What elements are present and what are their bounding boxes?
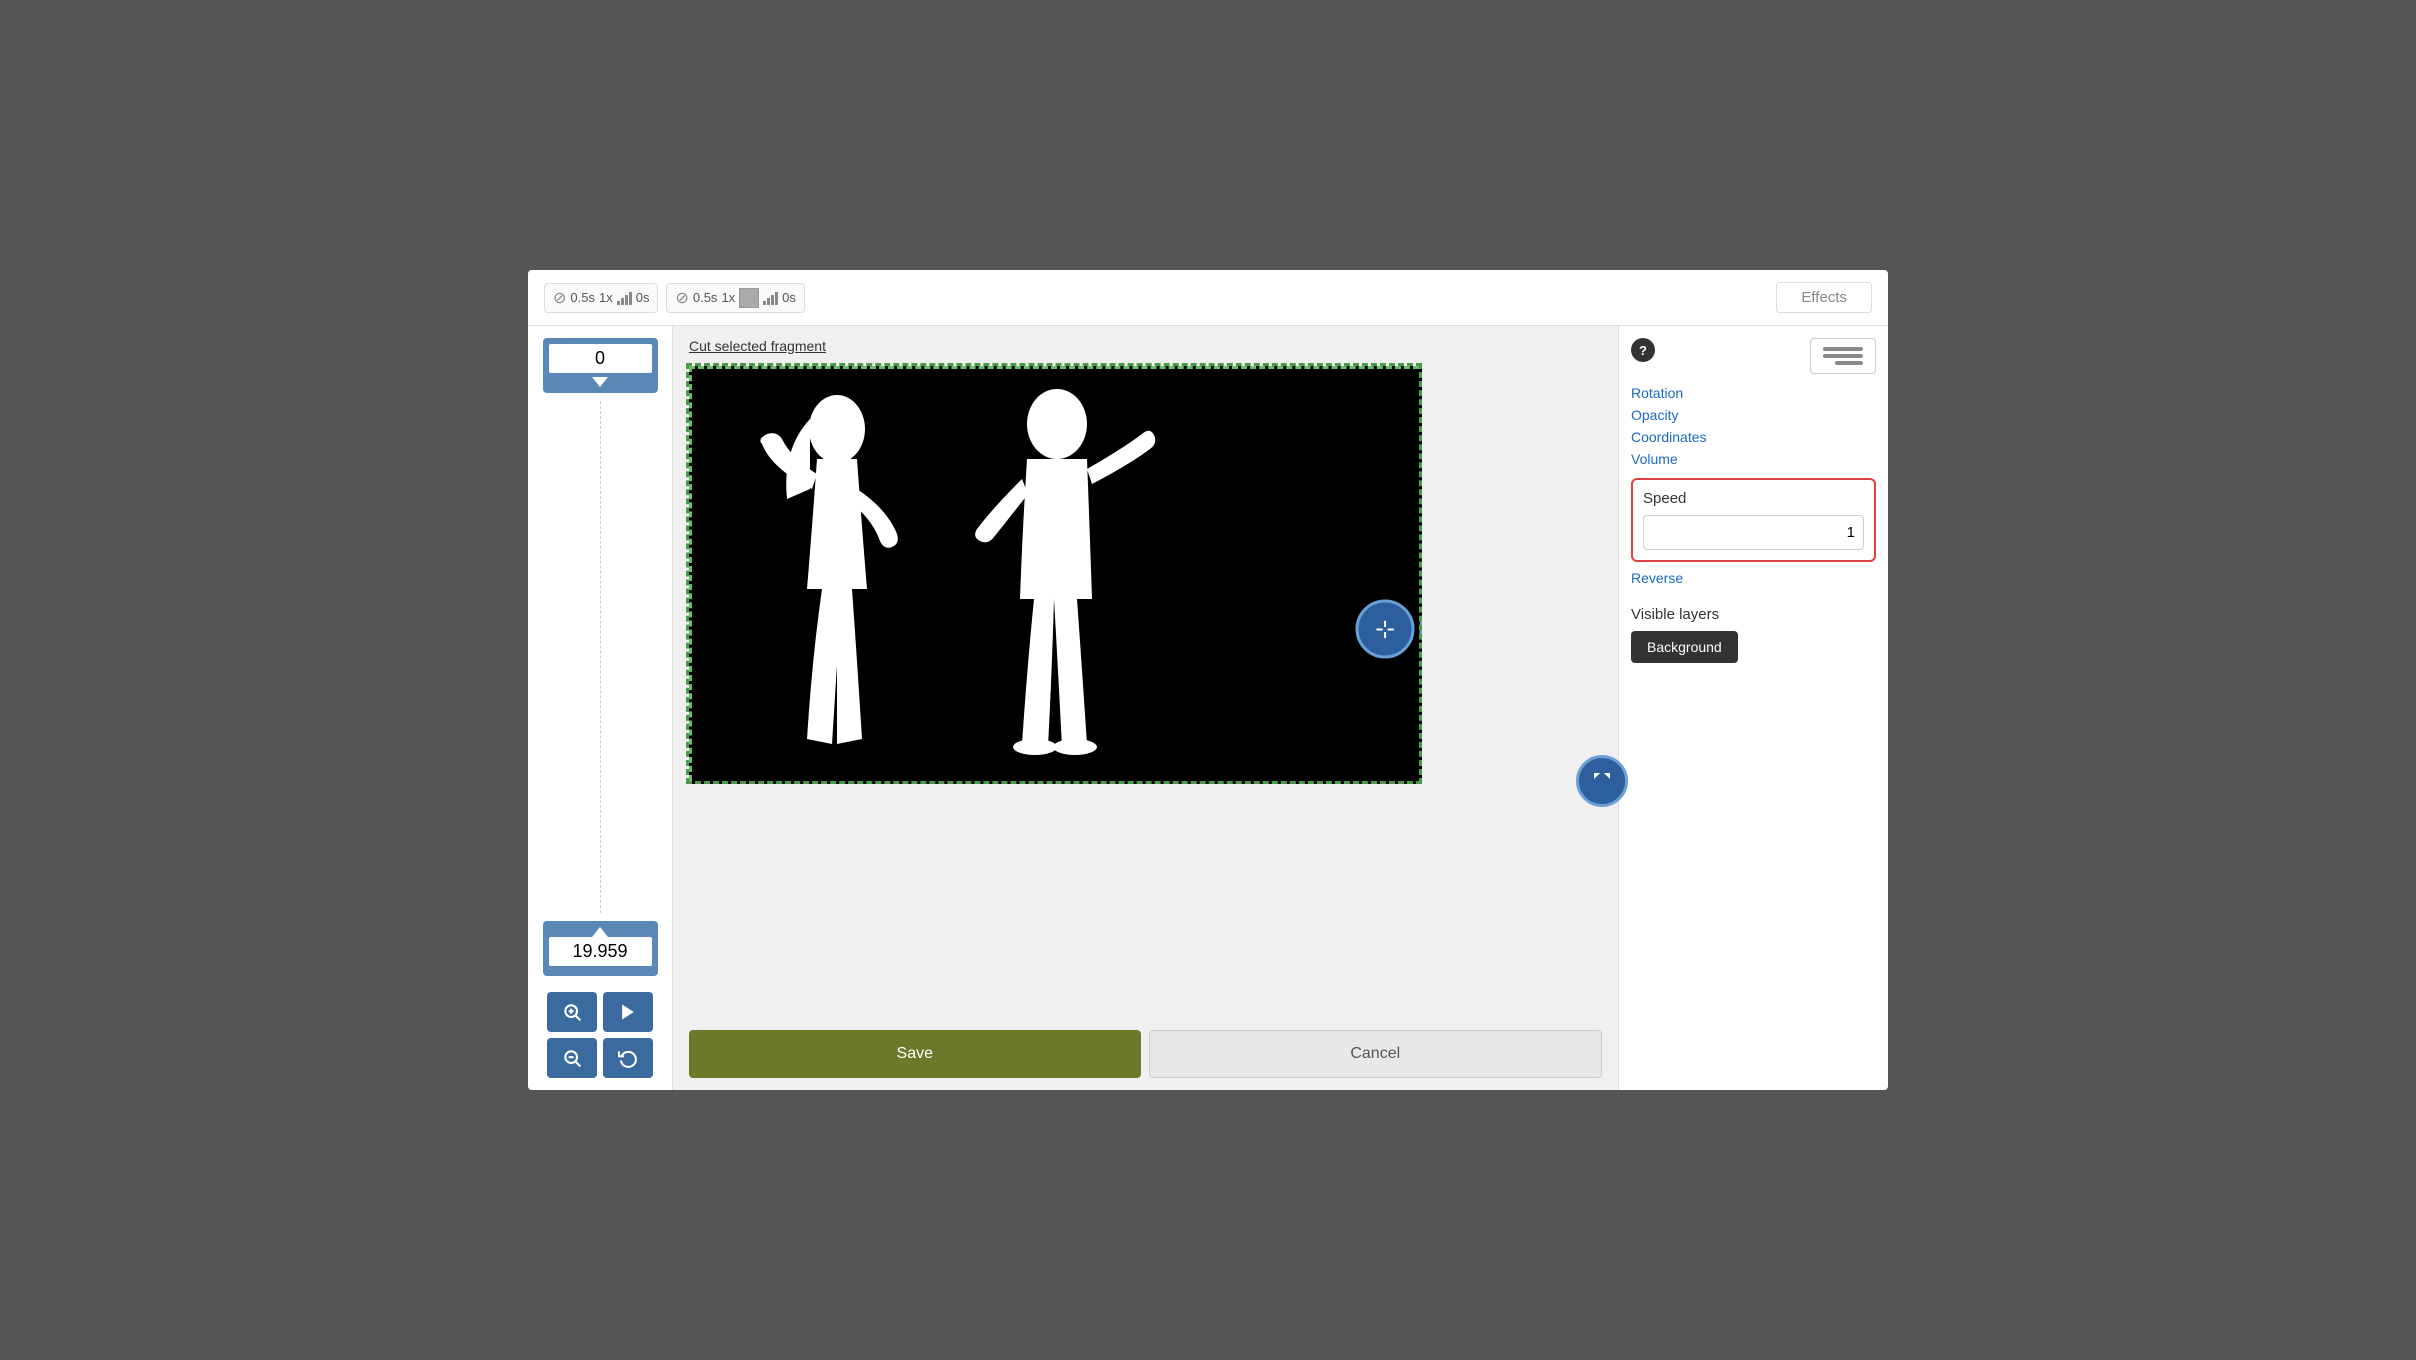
- zoom-out-button[interactable]: [547, 1038, 597, 1078]
- help-icon[interactable]: ?: [1631, 338, 1655, 362]
- volume-in-value: 0s: [636, 290, 650, 305]
- toolbar: ⊘ 0.5s 1x 0s ⊘ 0.5s 1x 0s Effect: [528, 270, 1888, 326]
- top-counter-value: 0: [549, 344, 652, 373]
- fade-in-group: ⊘ 0.5s 1x 0s: [544, 283, 658, 313]
- svg-text:⊹: ⊹: [1375, 616, 1395, 643]
- opacity-link[interactable]: Opacity: [1631, 404, 1876, 426]
- speed-input[interactable]: [1643, 515, 1864, 550]
- speed-label: Speed: [1643, 490, 1864, 507]
- color-swatch[interactable]: [739, 288, 759, 308]
- effects-button[interactable]: Effects: [1776, 282, 1872, 313]
- up-arrow-icon[interactable]: [592, 927, 608, 937]
- video-content: ⊹ ↻: [692, 369, 1422, 784]
- content-area: 0 19.959: [528, 326, 1888, 1090]
- volume-out-icon: [763, 291, 778, 305]
- fade-in-duration: 0.5s: [570, 290, 595, 305]
- save-button[interactable]: Save: [689, 1030, 1141, 1078]
- video-canvas: ⊹ ↻: [689, 366, 1419, 781]
- coordinates-link[interactable]: Coordinates: [1631, 426, 1876, 448]
- volume-link[interactable]: Volume: [1631, 448, 1876, 470]
- background-button[interactable]: Background: [1631, 631, 1738, 663]
- right-panel: ? Rotation Opacity Coordinates Volume Sp…: [1618, 326, 1888, 1090]
- rotation-link[interactable]: Rotation: [1631, 382, 1876, 404]
- settings-icon[interactable]: [1823, 347, 1863, 365]
- visible-layers-section: Visible layers Background: [1631, 606, 1876, 663]
- refresh-button[interactable]: [603, 1038, 653, 1078]
- play-button[interactable]: [603, 992, 653, 1032]
- left-panel: 0 19.959: [528, 326, 673, 1090]
- fade-out-group: ⊘ 0.5s 1x 0s: [666, 283, 804, 313]
- fade-out-multiplier: 1x: [721, 290, 735, 305]
- no-entry-icon: ⊘: [553, 288, 566, 308]
- cut-link[interactable]: Cut selected fragment: [689, 338, 1602, 354]
- visible-layers-label: Visible layers: [1631, 606, 1876, 623]
- resize-handle[interactable]: [1576, 755, 1628, 807]
- reverse-link[interactable]: Reverse: [1631, 570, 1876, 586]
- fade-out-duration: 0.5s: [693, 290, 718, 305]
- fade-in-multiplier: 1x: [599, 290, 613, 305]
- volume-in-icon: [617, 291, 632, 305]
- cancel-button[interactable]: Cancel: [1149, 1030, 1603, 1078]
- bottom-counter-value: 19.959: [549, 937, 652, 966]
- bottom-buttons: [536, 992, 664, 1078]
- action-buttons: Save Cancel: [689, 1014, 1602, 1078]
- down-arrow-icon[interactable]: [592, 377, 608, 387]
- main-window: ⊘ 0.5s 1x 0s ⊘ 0.5s 1x 0s Effect: [528, 270, 1888, 1090]
- bottom-counter: 19.959: [543, 921, 658, 976]
- zoom-in-button[interactable]: [547, 992, 597, 1032]
- no-entry-icon-2: ⊘: [675, 288, 688, 308]
- volume-out-value: 0s: [782, 290, 796, 305]
- canvas-area: Cut selected fragment: [673, 326, 1618, 1090]
- speed-section: Speed: [1631, 478, 1876, 562]
- top-counter: 0: [543, 338, 658, 393]
- right-top-row: ?: [1631, 338, 1876, 374]
- timeline-spacer: [600, 401, 601, 913]
